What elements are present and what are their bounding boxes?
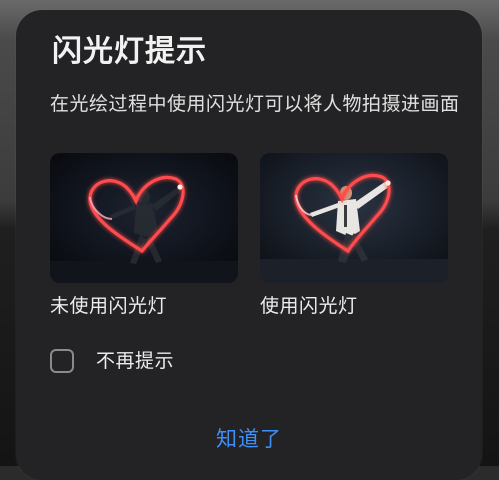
flash-tip-dialog: 闪光灯提示 在光绘过程中使用闪光灯可以将人物拍摄进画面 未使用闪光灯 使用闪光灯… (16, 10, 482, 480)
example-image-with-flash (260, 153, 448, 283)
caption-with-flash: 使用闪光灯 (260, 295, 358, 317)
dialog-title: 闪光灯提示 (52, 34, 207, 69)
dont-show-again-option[interactable]: 不再提示 (50, 346, 174, 376)
caption-without-flash: 未使用闪光灯 (50, 295, 168, 317)
example-image-without-flash (50, 153, 238, 283)
dont-show-again-label: 不再提示 (96, 350, 175, 372)
dialog-description: 在光绘过程中使用闪光灯可以将人物拍摄进画面 (50, 93, 460, 115)
got-it-button[interactable]: 知道了 (176, 416, 322, 460)
dont-show-again-checkbox[interactable] (50, 349, 74, 373)
